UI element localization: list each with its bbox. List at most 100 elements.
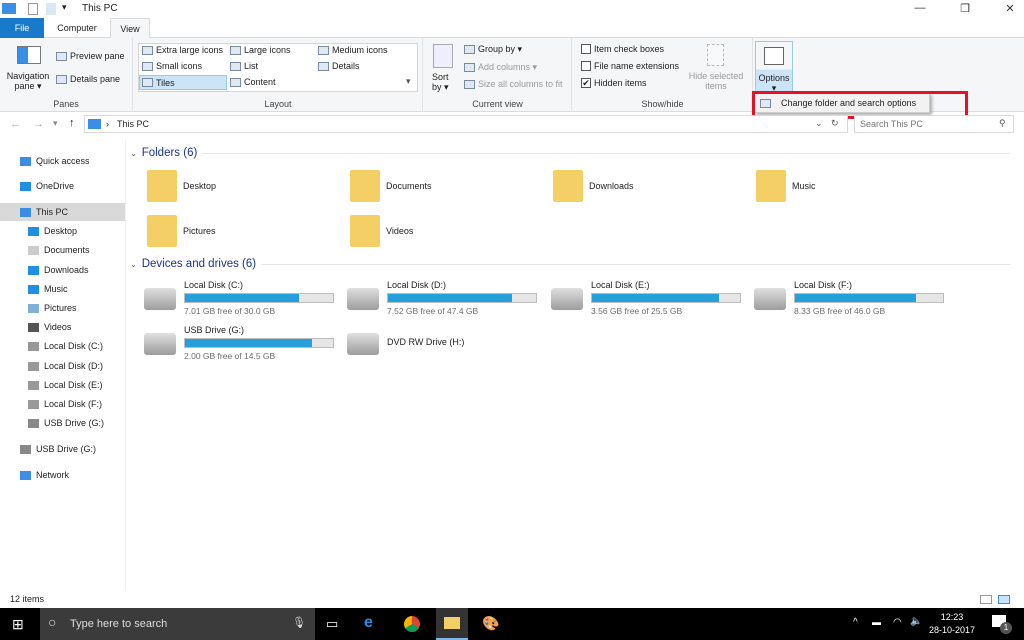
folder-tile[interactable]: Downloads bbox=[553, 170, 634, 202]
forward-button[interactable]: → bbox=[33, 118, 44, 130]
drive-tile[interactable]: Local Disk (E:) 3.56 GB free of 25.5 GB bbox=[551, 280, 751, 320]
windows-start-icon[interactable]: ⊞ bbox=[12, 616, 24, 633]
layout-extra-large[interactable]: Extra large icons bbox=[142, 45, 223, 55]
add-columns-button[interactable]: Add columns ▾ bbox=[464, 62, 537, 73]
sidebar-item[interactable]: Pictures bbox=[0, 299, 125, 317]
volume-icon[interactable]: 🔈 bbox=[910, 616, 922, 627]
search-placeholder: Type here to search bbox=[70, 618, 168, 630]
up-button[interactable]: ↑ bbox=[69, 117, 75, 129]
sidebar-item[interactable]: Documents bbox=[0, 241, 125, 259]
folders-section-header[interactable]: ⌄ Folders (6) bbox=[130, 147, 1010, 159]
navigation-pane: Quick access OneDrive This PC Desktop Docume… bbox=[0, 140, 126, 590]
details-view-icon[interactable] bbox=[980, 595, 992, 604]
layout-list[interactable]: List bbox=[230, 61, 258, 71]
sidebar-item[interactable]: Downloads bbox=[0, 261, 125, 279]
checkbox-checked[interactable]: ✔ bbox=[581, 78, 591, 88]
chrome-icon[interactable] bbox=[404, 616, 420, 632]
details-pane-button[interactable]: Details pane bbox=[56, 74, 120, 84]
tab-file[interactable]: File bbox=[0, 18, 44, 38]
drives-section-header[interactable]: ⌄ Devices and drives (6) bbox=[130, 258, 1010, 270]
sidebar-item[interactable]: Music bbox=[0, 280, 125, 298]
sidebar-item[interactable]: OneDrive bbox=[0, 177, 125, 195]
preview-pane-button[interactable]: Preview pane bbox=[56, 51, 125, 61]
sidebar-item[interactable]: USB Drive (G:) bbox=[0, 440, 125, 458]
group-by-button[interactable]: Group by ▾ bbox=[464, 44, 522, 55]
close-button[interactable]: ✕ bbox=[995, 2, 1024, 15]
sidebar-item[interactable]: Local Disk (E:) bbox=[0, 376, 125, 394]
tab-view[interactable]: View bbox=[110, 18, 150, 39]
taskbar-search[interactable]: ○ Type here to search 🎙 bbox=[40, 608, 315, 640]
options-button[interactable]: Options ▾ bbox=[755, 41, 793, 93]
search-input[interactable]: Search This PC ⚲ bbox=[854, 115, 1014, 133]
sidebar-item-label: USB Drive (G:) bbox=[36, 444, 97, 454]
layout-medium[interactable]: Medium icons bbox=[318, 45, 388, 55]
usb-icon bbox=[28, 418, 39, 428]
desktop-icon bbox=[28, 226, 39, 236]
drive-tile[interactable]: Local Disk (C:) 7.01 GB free of 30.0 GB bbox=[144, 280, 344, 320]
edge-icon[interactable]: e bbox=[364, 614, 373, 632]
properties-icon[interactable] bbox=[28, 3, 38, 15]
sidebar-item[interactable]: Network bbox=[0, 466, 125, 484]
refresh-icon[interactable]: ↻ bbox=[831, 118, 839, 129]
label: Details bbox=[332, 61, 360, 71]
drive-tile[interactable]: DVD RW Drive (H:) bbox=[347, 325, 547, 365]
sidebar-item[interactable]: Videos bbox=[0, 318, 125, 336]
show-hidden-icons[interactable]: ^ bbox=[853, 617, 858, 628]
sidebar-item[interactable]: Quick access bbox=[0, 152, 125, 170]
microphone-icon[interactable]: 🎙 bbox=[292, 616, 306, 629]
folder-tile[interactable]: Music bbox=[756, 170, 816, 202]
hidden-items[interactable]: ✔ Hidden items bbox=[581, 78, 647, 88]
folder-tile[interactable]: Documents bbox=[350, 170, 432, 202]
clock[interactable]: 12:23 28-10-2017 bbox=[928, 612, 976, 635]
minimize-button[interactable]: — bbox=[905, 2, 935, 14]
customize-qat-icon[interactable]: ▾ bbox=[62, 2, 67, 13]
back-button[interactable]: ← bbox=[10, 118, 21, 130]
layout-small[interactable]: Small icons bbox=[142, 61, 202, 71]
tab-computer[interactable]: Computer bbox=[46, 18, 108, 38]
layout-label: Layout bbox=[264, 99, 292, 109]
address-dropdown-icon[interactable]: ⌄ bbox=[815, 118, 823, 129]
usb-icon bbox=[20, 444, 31, 454]
recent-dropdown-icon[interactable]: ▾ bbox=[53, 118, 58, 129]
layout-large[interactable]: Large icons bbox=[230, 45, 291, 55]
layout-details[interactable]: Details bbox=[318, 61, 360, 71]
task-view-icon[interactable]: ▭ bbox=[326, 616, 338, 632]
sidebar-item[interactable]: Local Disk (C:) bbox=[0, 337, 125, 355]
folder-tile[interactable]: Pictures bbox=[147, 215, 216, 247]
sidebar-item[interactable]: This PC bbox=[0, 203, 125, 221]
drive-tile[interactable]: Local Disk (F:) 8.33 GB free of 46.0 GB bbox=[754, 280, 954, 320]
videos-icon bbox=[28, 322, 39, 332]
navigation-pane-icon[interactable] bbox=[17, 46, 41, 64]
checkbox[interactable] bbox=[581, 61, 591, 71]
restore-button[interactable]: ❐ bbox=[950, 2, 980, 15]
size-columns-button[interactable]: Size all columns to fit bbox=[464, 79, 563, 89]
layout-tiles[interactable]: Tiles bbox=[139, 75, 227, 90]
sidebar-item[interactable]: USB Drive (G:) bbox=[0, 414, 125, 432]
new-folder-icon[interactable] bbox=[46, 3, 56, 15]
sidebar-item[interactable]: Desktop bbox=[0, 222, 125, 240]
folder-tile[interactable]: Desktop bbox=[147, 170, 216, 202]
paint-icon[interactable]: 🎨 bbox=[482, 615, 499, 632]
sidebar-item[interactable]: Local Disk (D:) bbox=[0, 357, 125, 375]
file-explorer-icon[interactable] bbox=[436, 608, 468, 640]
checkbox[interactable] bbox=[581, 44, 591, 54]
item-check-boxes[interactable]: Item check boxes bbox=[581, 44, 664, 54]
folder-tile[interactable]: Videos bbox=[350, 215, 413, 247]
drive-tile[interactable]: Local Disk (D:) 7.52 GB free of 47.4 GB bbox=[347, 280, 547, 320]
navigation-pane-button[interactable]: Navigation pane ▾ bbox=[5, 71, 51, 92]
file-name-extensions[interactable]: File name extensions bbox=[581, 61, 679, 71]
drive-tile[interactable]: USB Drive (G:) 2.00 GB free of 14.5 GB bbox=[144, 325, 344, 365]
current-view-label: Current view bbox=[472, 99, 523, 109]
tiles-view-icon[interactable] bbox=[998, 595, 1010, 604]
sort-by-button[interactable]: Sort by ▾ bbox=[432, 72, 449, 93]
layout-more-icon[interactable]: ▾ bbox=[406, 76, 411, 87]
battery-icon[interactable]: ▬ bbox=[872, 617, 881, 627]
hide-selected-button[interactable]: Hide selected items bbox=[685, 71, 747, 91]
layout-content[interactable]: Content bbox=[230, 77, 276, 87]
l: Add columns ▾ bbox=[478, 62, 538, 72]
sidebar-item[interactable]: Local Disk (F:) bbox=[0, 395, 125, 413]
wifi-icon[interactable]: ◠ bbox=[893, 617, 902, 628]
breadcrumb-this-pc[interactable]: This PC bbox=[117, 119, 149, 129]
drive-usage-bar bbox=[591, 293, 741, 303]
address-input[interactable]: › This PC ⌄ ↻ bbox=[84, 115, 848, 133]
